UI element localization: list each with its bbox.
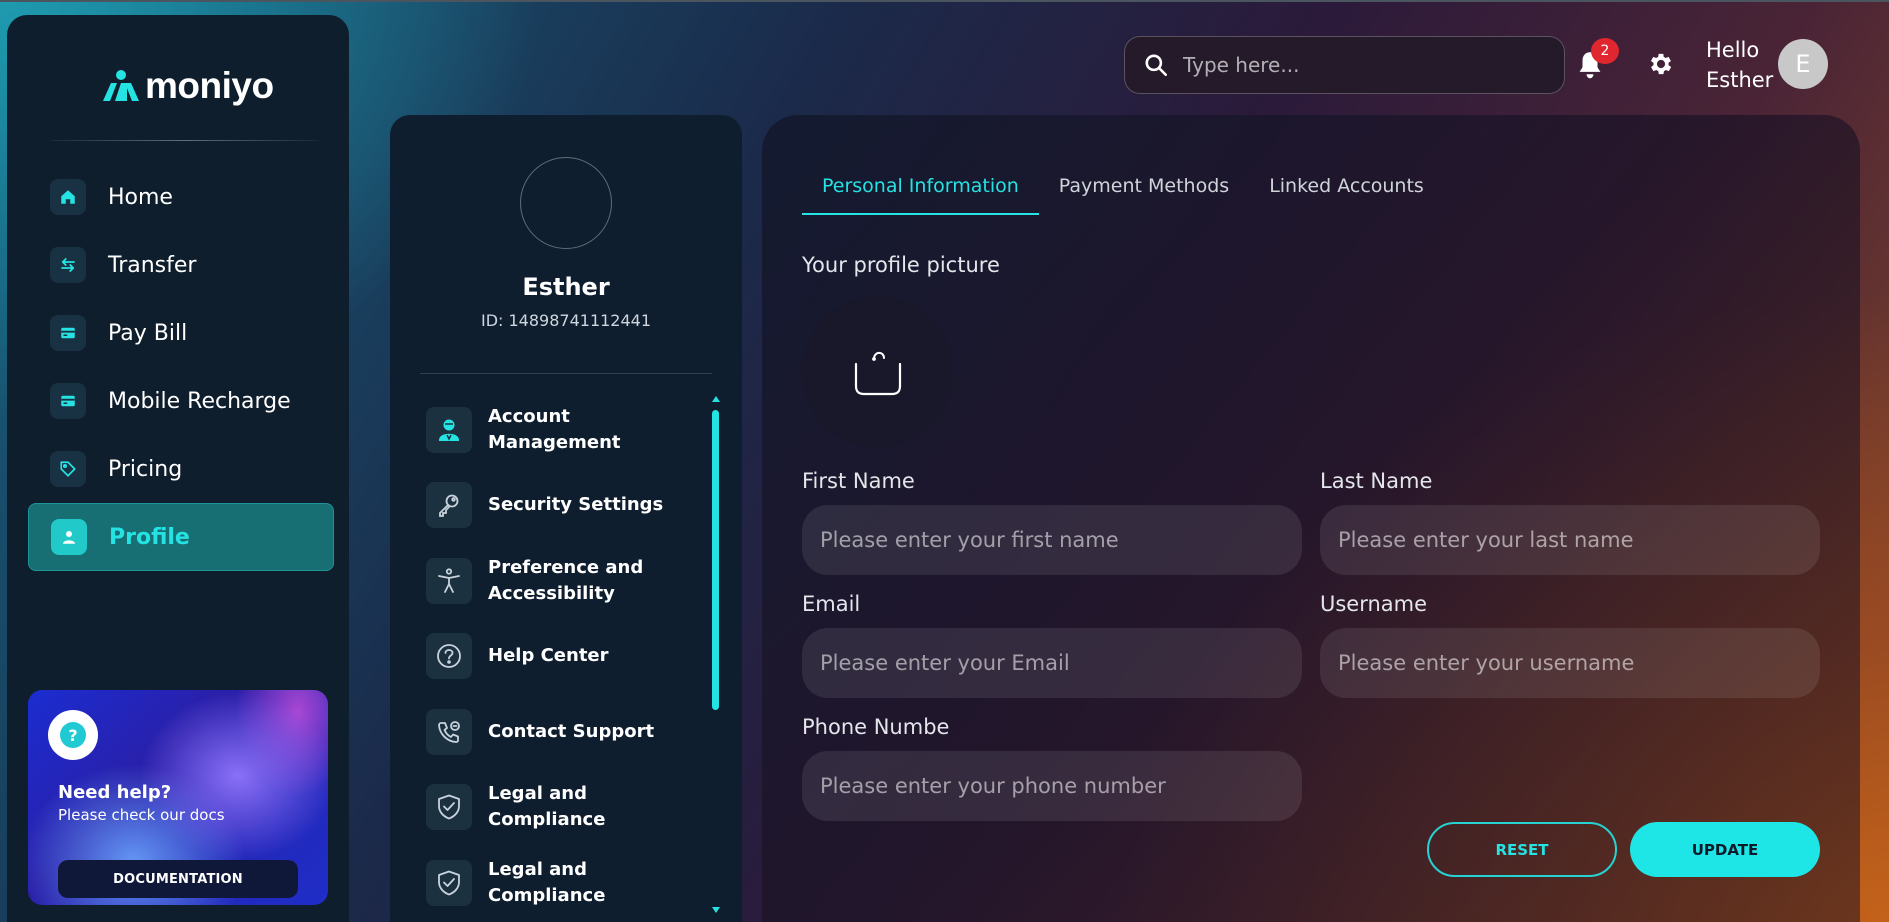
menu-item-label: Contact Support	[488, 720, 655, 742]
tag-icon	[50, 451, 86, 487]
profile-menu: Account Management Security Settings Pre…	[426, 392, 696, 921]
transfer-icon	[50, 247, 86, 283]
card-icon	[50, 383, 86, 419]
email-label: Email	[802, 592, 861, 616]
gear-icon[interactable]	[1647, 50, 1675, 78]
username-label: Username	[1320, 592, 1428, 616]
last-name-field[interactable]	[1320, 505, 1820, 575]
profile-picture-upload[interactable]	[802, 296, 954, 448]
phone-field[interactable]	[802, 751, 1302, 821]
menu-item-label: Security Settings	[488, 494, 664, 516]
card-icon	[50, 315, 86, 351]
sidebar-item-label: Home	[108, 184, 173, 210]
sidebar-item-label: Profile	[109, 524, 190, 550]
phone-label: Phone Numbe	[802, 715, 950, 739]
profile-id: ID: 14898741112441	[480, 311, 652, 330]
menu-item-label: Legal and Compliance	[488, 858, 606, 906]
help-title: Need help?	[58, 782, 172, 803]
sidebar-divider	[51, 140, 319, 141]
logo[interactable]: moniyo	[99, 65, 274, 107]
profile-tabs: Personal Information Payment Methods Lin…	[802, 175, 1444, 215]
sidebar-item-label: Mobile Recharge	[108, 388, 291, 414]
menu-item-legal-compliance[interactable]: Legal and Compliance	[426, 770, 696, 846]
personal-info-panel: Personal Information Payment Methods Lin…	[762, 115, 1860, 922]
notification-badge: 2	[1591, 38, 1619, 64]
sidebar-item-label: Pricing	[108, 456, 183, 482]
sidebar-nav: Home Transfer Pay Bill Mobile Recharge P…	[28, 163, 334, 571]
sidebar-item-profile[interactable]: Profile	[28, 503, 334, 571]
menu-item-security-settings[interactable]: Security Settings	[426, 468, 696, 544]
sidebar-item-pricing[interactable]: Pricing	[28, 435, 334, 503]
help-subtitle: Please check our docs	[58, 806, 225, 824]
phone-support-icon	[426, 708, 472, 755]
profile-divider	[420, 373, 712, 374]
shield-check-icon	[426, 784, 472, 831]
sidebar: moniyo Home Transfer Pay Bill Mobile Rec…	[7, 15, 349, 922]
tab-personal-information[interactable]: Personal Information	[802, 175, 1039, 215]
logo-mark-icon	[103, 70, 139, 101]
sidebar-item-transfer[interactable]: Transfer	[28, 231, 334, 299]
sidebar-item-home[interactable]: Home	[28, 163, 334, 231]
profile-name: Esther	[522, 273, 610, 301]
username-field[interactable]	[1320, 628, 1820, 698]
scroll-up-arrow[interactable]	[712, 396, 720, 402]
greeting-name: Esther	[1706, 68, 1774, 92]
logo-text: moniyo	[145, 65, 274, 106]
home-icon	[50, 179, 86, 215]
email-field[interactable]	[802, 628, 1302, 698]
help-card: ? Need help? Please check our docs DOCUM…	[28, 690, 328, 905]
menu-item-label: Help Center	[488, 645, 609, 667]
user-icon	[51, 519, 87, 555]
update-button[interactable]: UPDATE	[1630, 822, 1820, 877]
search-input[interactable]	[1183, 53, 1543, 77]
question-mark-glyph: ?	[60, 722, 86, 748]
profile-avatar	[520, 157, 612, 249]
sidebar-item-pay-bill[interactable]: Pay Bill	[28, 299, 334, 367]
scrollbar-thumb[interactable]	[712, 410, 719, 710]
tab-payment-methods[interactable]: Payment Methods	[1039, 175, 1249, 215]
first-name-label: First Name	[802, 469, 915, 493]
menu-item-label: Account Management	[488, 405, 621, 453]
help-question-icon: ?	[48, 710, 98, 760]
menu-item-contact-support[interactable]: Contact Support	[426, 694, 696, 770]
sidebar-item-label: Transfer	[108, 252, 197, 278]
search-bar[interactable]	[1124, 36, 1565, 94]
documentation-button[interactable]: DOCUMENTATION	[58, 860, 298, 898]
account-manager-icon	[426, 406, 472, 453]
key-icon	[426, 482, 472, 529]
accessibility-icon	[426, 557, 472, 604]
shield-check-icon	[426, 859, 472, 906]
bag-icon	[854, 351, 902, 396]
sidebar-item-label: Pay Bill	[108, 320, 188, 346]
menu-item-label: Legal and Compliance	[488, 783, 606, 831]
menu-item-label: Preference and Accessibility	[488, 556, 644, 604]
first-name-field[interactable]	[802, 505, 1302, 575]
profile-picture-label: Your profile picture	[802, 253, 1000, 277]
greeting-hello: Hello	[1706, 38, 1760, 62]
profile-panel: Esther ID: 14898741112441 Account Manage…	[390, 115, 742, 922]
tab-linked-accounts[interactable]: Linked Accounts	[1249, 175, 1444, 215]
reset-button[interactable]: RESET	[1427, 822, 1617, 877]
search-icon	[1145, 54, 1168, 77]
question-icon	[426, 633, 472, 680]
user-greeting: Hello Esther	[1706, 35, 1773, 95]
menu-item-legal-compliance[interactable]: Legal and Compliance	[426, 845, 696, 921]
last-name-label: Last Name	[1320, 469, 1433, 493]
menu-item-account-management[interactable]: Account Management	[426, 392, 696, 468]
scroll-down-arrow[interactable]	[712, 907, 720, 913]
menu-item-preference-accessibility[interactable]: Preference and Accessibility	[426, 543, 696, 619]
avatar[interactable]: E	[1778, 39, 1828, 89]
menu-item-help-center[interactable]: Help Center	[426, 619, 696, 695]
sidebar-item-mobile-recharge[interactable]: Mobile Recharge	[28, 367, 334, 435]
